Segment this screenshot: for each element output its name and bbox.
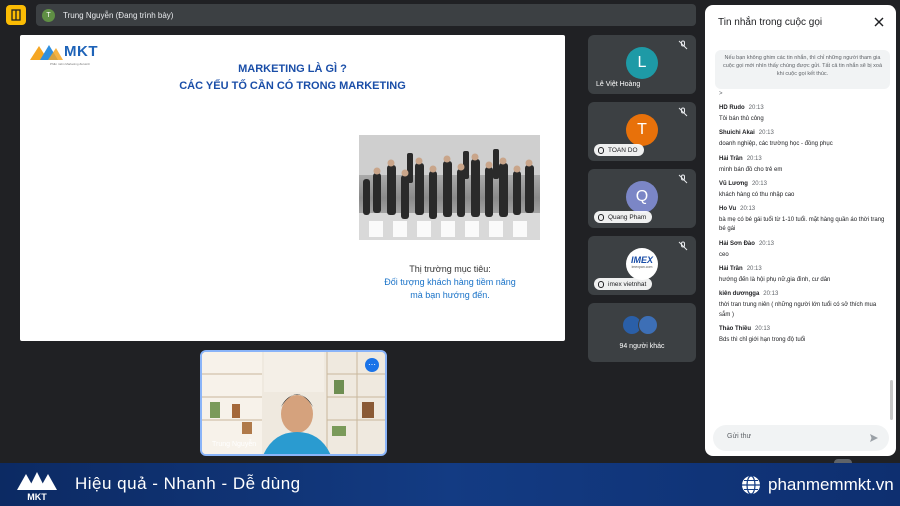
brand-banner: MKT Hiệu quả - Nhanh - Dễ dùng phanmemmk… — [0, 463, 900, 506]
banner-logo-text: MKT — [27, 492, 47, 502]
message-sender: Ho Vu — [719, 206, 737, 213]
message-text: mình bán đồ cho trẻ em — [719, 166, 783, 173]
message-sender: Thảo Thiều — [719, 325, 751, 332]
others-tile[interactable]: 94 người khác — [588, 303, 696, 362]
chat-input-placeholder: Gửi thư — [727, 433, 752, 440]
crowd-illustration — [359, 135, 540, 240]
participant-name-chip: Quang Pham — [594, 211, 653, 223]
message-time: 20:13 — [758, 240, 774, 247]
presenter-camera-tile[interactable]: ⋯ Trung Nguyễn — [200, 350, 387, 456]
chat-message: Ho Vu 20:13 bà mẹ có bé gái tuổi từ 1-10 … — [719, 206, 887, 235]
chat-message: Vũ Lương 20:13 khách hàng có thu nhập cao — [719, 181, 887, 200]
mkt-logo: MKT Phần mềm Marketing đa kênh — [28, 43, 98, 66]
chat-message: kiên dươngga 20:13 thời tran trung niên (… — [719, 291, 887, 320]
chat-notice: Nếu bạn không ghim các tin nhắn, thì chỉ… — [715, 50, 890, 89]
slide-caption-heading: Thị trường mục tiêu: — [409, 264, 491, 274]
slide-title-line2: CÁC YẾU TỐ CẦN CÓ TRONG MARKETING — [179, 80, 406, 92]
mic-icon — [598, 280, 604, 288]
participant-name-chip: TOAN DO — [594, 144, 644, 156]
participant-avatar: L — [626, 47, 658, 79]
message-time: 20:13 — [746, 266, 762, 273]
message-text: thời tran trung niên ( những người lớn t… — [719, 302, 877, 318]
message-sender: HD Rudo — [719, 105, 745, 111]
message-text: Bds thì chỉ giới hạn trong độ tuổi — [719, 336, 806, 343]
slide-caption-line2: Đối tượng khách hàng tiềm năng — [384, 277, 516, 287]
others-count: 94 người khác — [619, 343, 665, 350]
participant-tile[interactable]: L Lê Việt Hoàng — [588, 35, 696, 94]
message-sender: Hải Trần — [719, 266, 743, 273]
message-text: doanh nghiệp, các trường học - đồng phục — [719, 141, 833, 148]
meet-app-icon[interactable] — [6, 5, 26, 25]
message-sender: kiên dươngga — [719, 291, 760, 298]
participant-avatar: Q — [626, 181, 658, 213]
message-text: hướng đến là hội phụ nữ,gia đình, cư dân — [719, 277, 831, 284]
mkt-logo-mark-icon — [30, 45, 63, 60]
send-icon[interactable] — [869, 433, 879, 443]
message-sender: Hải Trần — [719, 155, 743, 162]
mkt-banner-logo: MKT — [17, 472, 57, 502]
message-text: Tôi bán thủ công — [719, 116, 764, 122]
mic-icon — [598, 146, 604, 154]
chat-panel: Tin nhắn trong cuộc gọi Nếu bạn không gh… — [705, 5, 896, 456]
mic-off-icon — [678, 107, 688, 117]
slide-caption-line3: mà bạn hướng đến. — [410, 290, 490, 300]
crowd-photo — [359, 135, 540, 240]
participant-avatar: T — [626, 114, 658, 146]
banner-slogan: Hiệu quả - Nhanh - Dễ dùng — [75, 474, 301, 493]
others-avatars — [622, 315, 658, 335]
presenter-label: Trung Nguyễn (Đang trình bày) — [63, 10, 174, 20]
message-text: ceo — [719, 251, 729, 258]
participant-tile[interactable]: T TOAN DO — [588, 102, 696, 161]
participant-tile[interactable]: IMEX imexpan.com imex vietnhat — [588, 236, 696, 295]
presentation-slide: MKT Phần mềm Marketing đa kênh MARKETING… — [20, 35, 565, 341]
slide-title-line1: MARKETING LÀ GÌ ? — [238, 63, 347, 75]
presenter-avatar: T — [42, 8, 55, 22]
participant-name-chip: imex vietnhat — [594, 278, 653, 290]
chat-message: Hải Trần 20:13 mình bán đồ cho trẻ em — [719, 156, 887, 175]
message-sender: Hải Sơn Đào — [719, 240, 755, 247]
chat-message: Shuichi Akai 20:13 doanh nghiệp, các trườ… — [719, 130, 887, 149]
mkt-logo-text: MKT — [64, 43, 98, 60]
chat-message: Thảo Thiều 20:13 Bds thì chỉ giới hạn tro… — [719, 326, 887, 345]
message-time: 20:13 — [758, 130, 774, 137]
message-sender: Vũ Lương — [719, 180, 748, 187]
chat-message: HD Rudo 20:13 Tôi bán thủ công — [719, 105, 887, 124]
imex-logo-avatar: IMEX imexpan.com — [626, 248, 658, 280]
message-time: 20:13 — [748, 105, 764, 111]
mic-off-icon — [678, 241, 688, 251]
chat-message: Hải Trần 20:13 hướng đến là hội phụ nữ,gi… — [719, 266, 887, 285]
participant-name: Quang Pham — [608, 213, 647, 221]
chat-caret: > — [719, 91, 723, 97]
participant-name: TOAN DO — [608, 146, 638, 154]
message-time: 20:13 — [763, 291, 779, 298]
participant-name: imex vietnhat — [608, 280, 647, 288]
chat-title: Tin nhắn trong cuộc gọi — [718, 17, 823, 28]
chat-message-input[interactable]: Gửi thư — [713, 425, 889, 451]
banner-url: phanmemmkt.vn — [768, 475, 894, 494]
avatar — [638, 315, 658, 335]
mic-icon — [598, 213, 604, 221]
mic-off-icon — [678, 40, 688, 50]
message-time: 20:13 — [755, 325, 771, 332]
message-text: bà mẹ có bé gái tuổi từ 1-10 tuổi. mặt h… — [719, 217, 885, 233]
message-sender: Shuichi Akai — [719, 130, 755, 137]
message-text: khách hàng có thu nhập cao — [719, 191, 795, 198]
chat-message: Hải Sơn Đào 20:13 ceo — [719, 241, 887, 260]
camera-participant-name: Trung Nguyễn — [212, 441, 257, 448]
chat-message-list[interactable]: > HD Rudo 20:13 Tôi bán thủ công Shuichi … — [719, 91, 887, 421]
imex-logo-text: IMEX — [630, 255, 653, 265]
chat-scrollbar[interactable] — [890, 380, 893, 420]
presenter-banner[interactable]: T Trung Nguyễn (Đang trình bày) — [36, 4, 696, 26]
participant-name: Lê Việt Hoàng — [596, 81, 641, 88]
mic-off-icon — [678, 174, 688, 184]
close-icon[interactable] — [872, 15, 886, 29]
participant-tile[interactable]: Q Quang Pham — [588, 169, 696, 228]
message-time: 20:13 — [746, 155, 762, 162]
more-options-icon[interactable]: ⋯ — [365, 358, 379, 372]
globe-icon — [742, 475, 760, 495]
document-icon — [11, 9, 21, 21]
message-time: 20:13 — [740, 206, 756, 213]
imex-logo-subtitle: imexpan.com — [631, 265, 653, 269]
message-time: 20:13 — [751, 180, 767, 187]
